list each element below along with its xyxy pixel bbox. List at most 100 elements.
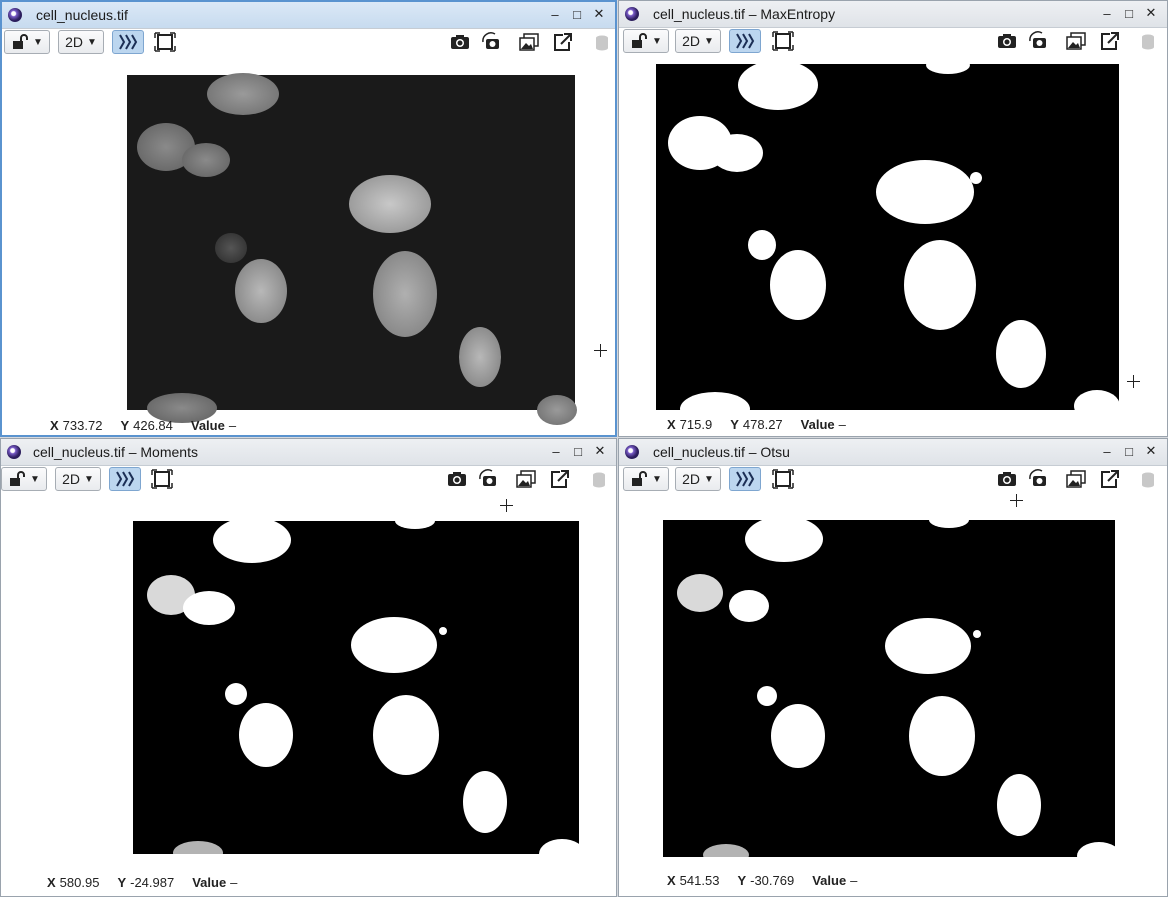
open-external-button[interactable] [1096, 467, 1122, 491]
title-bar[interactable]: cell_nucleus.tif – □ ✕ [2, 2, 615, 29]
snapshot-rotate-button[interactable] [479, 30, 505, 54]
rotate-camera-icon [479, 469, 496, 486]
threshold-image-canvas[interactable] [656, 56, 1120, 426]
lock-icon [10, 471, 26, 486]
pixel-value: – [838, 417, 846, 432]
close-icon[interactable]: ✕ [592, 443, 608, 459]
channels-toggle[interactable] [112, 30, 144, 54]
chevron-down-icon: ▼ [87, 36, 97, 48]
channels-toggle[interactable] [729, 467, 761, 491]
y-value: 426.84 [133, 418, 173, 433]
maximize-icon[interactable]: □ [569, 6, 585, 22]
threshold-image-canvas[interactable] [663, 512, 1121, 870]
gallery-icon [519, 33, 539, 51]
minimize-icon[interactable]: – [1099, 443, 1115, 459]
fit-frame-button[interactable] [770, 29, 796, 53]
pixel-value: – [230, 875, 238, 890]
snapshot-button[interactable] [994, 29, 1020, 53]
x-value: 541.53 [679, 873, 720, 888]
open-external-button[interactable] [549, 30, 575, 54]
rotate-camera-icon [1029, 31, 1046, 48]
x-value: 733.72 [62, 418, 103, 433]
toolbar: ▼ 2D ▼ [619, 466, 1167, 494]
open-external-icon [1101, 470, 1119, 488]
open-external-icon [1101, 32, 1119, 50]
lock-dropdown[interactable]: ▼ [623, 467, 669, 491]
minimize-icon[interactable]: – [548, 443, 564, 459]
app-icon [7, 445, 21, 459]
gallery-button[interactable] [1063, 29, 1089, 53]
x-value: 715.9 [679, 417, 713, 432]
snapshot-button[interactable] [447, 30, 473, 54]
channels-icon [736, 33, 755, 49]
lock-dropdown[interactable]: ▼ [1, 467, 47, 491]
fit-frame-button[interactable] [152, 30, 178, 54]
maximize-icon[interactable]: □ [1121, 443, 1137, 459]
view-mode-label: 2D [682, 33, 700, 49]
channels-toggle[interactable] [109, 467, 141, 491]
image-window-maxentropy[interactable]: cell_nucleus.tif – MaxEntropy – □ ✕ ▼ 2D… [618, 0, 1168, 437]
window-title: cell_nucleus.tif – Otsu [653, 444, 790, 460]
fit-frame-icon [772, 469, 794, 489]
view-mode-label: 2D [682, 471, 700, 487]
channels-icon [116, 471, 135, 487]
app-icon [8, 8, 22, 22]
fit-frame-button[interactable] [149, 467, 175, 491]
fit-frame-button[interactable] [770, 467, 796, 491]
database-button[interactable] [587, 30, 613, 54]
app-icon [625, 7, 639, 21]
view-mode-select[interactable]: 2D ▼ [58, 30, 104, 54]
lock-icon [632, 471, 648, 486]
close-icon[interactable]: ✕ [591, 6, 607, 22]
database-button[interactable] [1133, 467, 1159, 491]
channels-icon [736, 471, 755, 487]
view-mode-label: 2D [65, 34, 83, 50]
snapshot-rotate-button[interactable] [476, 467, 502, 491]
title-bar[interactable]: cell_nucleus.tif – MaxEntropy – □ ✕ [619, 1, 1167, 28]
open-external-button[interactable] [546, 467, 572, 491]
fit-frame-icon [151, 469, 173, 489]
title-bar[interactable]: cell_nucleus.tif – Otsu – □ ✕ [619, 439, 1167, 466]
title-bar[interactable]: cell_nucleus.tif – Moments – □ ✕ [1, 439, 616, 466]
snapshot-button[interactable] [444, 467, 470, 491]
gallery-button[interactable] [513, 467, 539, 491]
chevron-down-icon: ▼ [33, 36, 43, 48]
gallery-icon [1066, 470, 1086, 488]
snapshot-rotate-button[interactable] [1026, 29, 1052, 53]
close-icon[interactable]: ✕ [1143, 5, 1159, 21]
database-button[interactable] [584, 467, 610, 491]
view-mode-select[interactable]: 2D ▼ [675, 29, 721, 53]
minimize-icon[interactable]: – [547, 6, 563, 22]
chevron-down-icon: ▼ [652, 473, 662, 485]
coordinate-readout: X 733.72 Y 426.84 Value – [50, 418, 236, 433]
minimize-icon[interactable]: – [1099, 5, 1115, 21]
chevron-down-icon: ▼ [30, 473, 40, 485]
close-icon[interactable]: ✕ [1143, 443, 1159, 459]
maximize-icon[interactable]: □ [570, 443, 586, 459]
image-window-original[interactable]: cell_nucleus.tif – □ ✕ ▼ 2D ▼ X 733.72 Y… [0, 0, 617, 437]
lock-dropdown[interactable]: ▼ [623, 29, 669, 53]
y-label: Y [120, 418, 130, 433]
image-window-otsu[interactable]: cell_nucleus.tif – Otsu – □ ✕ ▼ 2D ▼ X 5… [618, 438, 1168, 897]
channels-toggle[interactable] [729, 29, 761, 53]
view-mode-select[interactable]: 2D ▼ [55, 467, 101, 491]
image-canvas[interactable] [127, 73, 577, 425]
window-title: cell_nucleus.tif – Moments [33, 444, 198, 460]
snapshot-rotate-button[interactable] [1026, 467, 1052, 491]
lock-dropdown[interactable]: ▼ [4, 30, 50, 54]
snapshot-button[interactable] [994, 467, 1020, 491]
image-window-moments[interactable]: cell_nucleus.tif – Moments – □ ✕ ▼ 2D ▼ [0, 438, 617, 897]
value-label: Value [800, 417, 835, 432]
chevron-down-icon: ▼ [704, 473, 714, 485]
threshold-image-canvas[interactable] [133, 513, 585, 869]
toolbar: ▼ 2D ▼ [619, 28, 1167, 56]
gallery-button[interactable] [516, 30, 542, 54]
view-mode-select[interactable]: 2D ▼ [675, 467, 721, 491]
toolbar: ▼ 2D ▼ [2, 29, 615, 57]
gallery-button[interactable] [1063, 467, 1089, 491]
database-icon [593, 472, 605, 488]
crosshair-cursor [500, 499, 513, 512]
open-external-button[interactable] [1096, 29, 1122, 53]
database-button[interactable] [1133, 29, 1159, 53]
maximize-icon[interactable]: □ [1121, 5, 1137, 21]
